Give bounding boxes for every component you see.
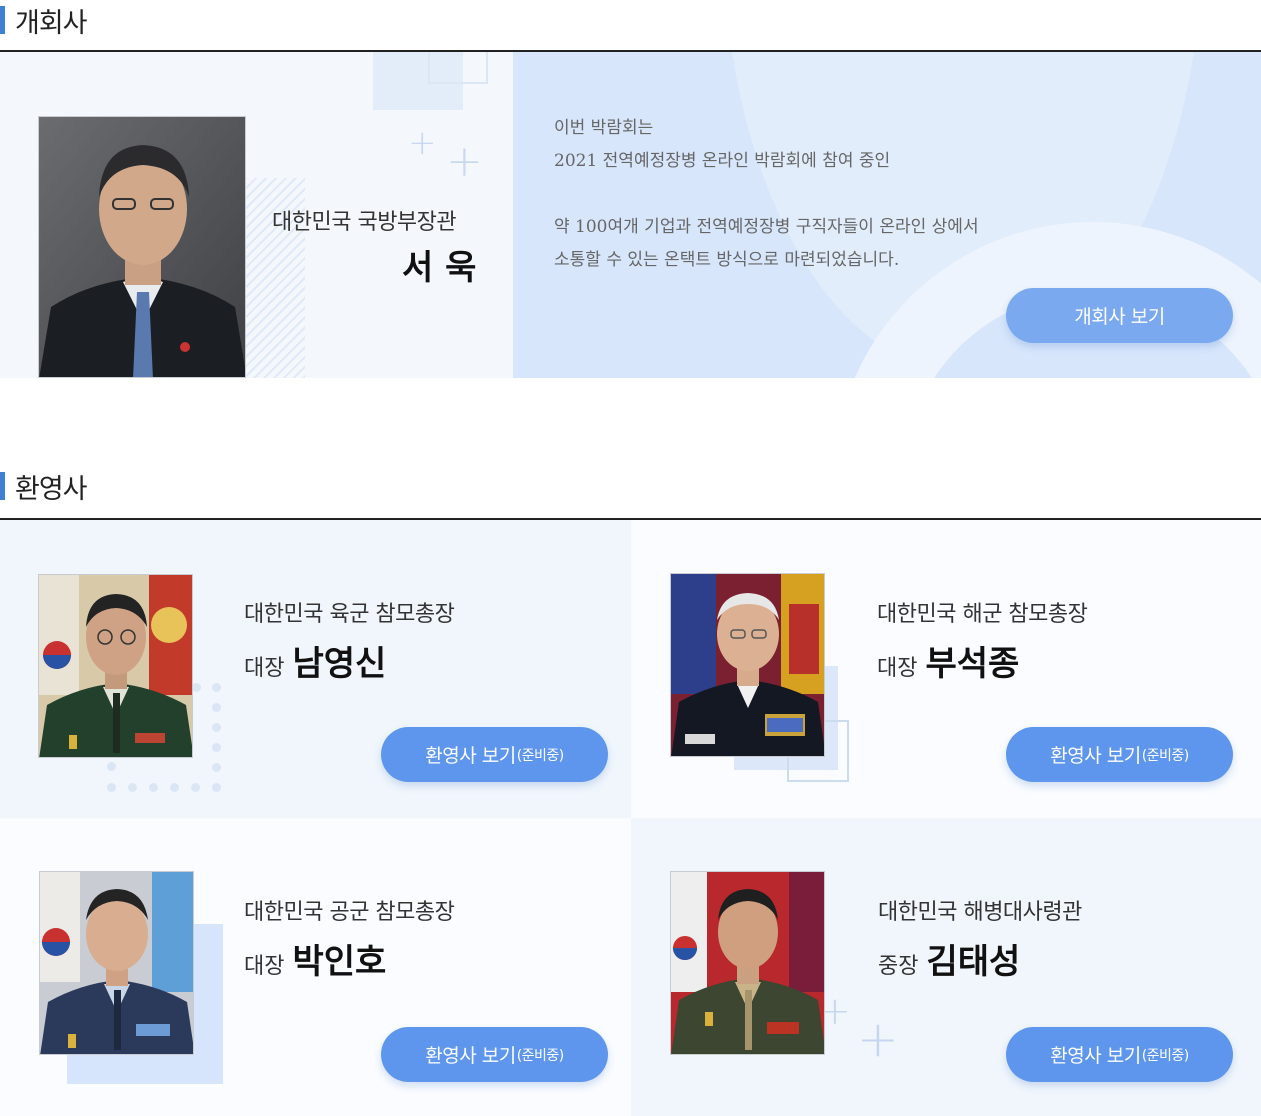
opening-panel: + + 대한민국 국방부장관 서 욱 이번 박람회는 2021 전역예정장병 온…	[0, 52, 1261, 378]
name-text: 박인호	[292, 942, 387, 982]
desc-line: 이번 박람회는	[554, 118, 654, 138]
name-text: 부석종	[925, 644, 1020, 684]
deco-dot	[192, 683, 201, 692]
view-opening-speech-button[interactable]: 개회사 보기	[1006, 288, 1233, 343]
desc-line: 2021 전역예정장병 온라인 박람회에 참여 중인	[554, 151, 891, 171]
opening-left-panel: + + 대한민국 국방부장관 서 욱	[0, 52, 513, 378]
deco-dot	[212, 783, 221, 792]
plus-icon: +	[408, 123, 437, 163]
deco-dot	[212, 723, 221, 732]
name-text: 김태성	[926, 942, 1021, 982]
view-welcome-speech-button-marines[interactable]: 환영사 보기 (준비중)	[1006, 1027, 1233, 1082]
welcome-section-title-text: 환영사	[15, 473, 88, 505]
button-label: 개회사 보기	[1074, 306, 1165, 328]
marine-commander-photo	[670, 871, 825, 1055]
rank-label: 대장	[244, 954, 285, 979]
welcome-section-title: 환영사	[0, 466, 88, 506]
opening-section-title-text: 개회사	[15, 7, 88, 39]
title-accent-bar	[0, 472, 5, 500]
deco-dot	[212, 703, 221, 712]
view-welcome-speech-button-navy[interactable]: 환영사 보기 (준비중)	[1006, 727, 1233, 782]
opening-section-title: 개회사	[0, 0, 88, 40]
button-suffix: (준비중)	[1141, 747, 1190, 764]
opening-description: 이번 박람회는 2021 전역예정장병 온라인 박람회에 참여 중인 약 100…	[554, 112, 979, 277]
deco-dot	[170, 783, 179, 792]
minister-title: 대한민국 국방부장관	[272, 210, 457, 235]
plus-icon: +	[446, 136, 483, 187]
welcome-card-army: 대한민국 육군 참모총장 대장 남영신 환영사 보기 (준비중)	[0, 520, 631, 818]
welcome-card-navy: 대한민국 해군 참모총장 대장 부석종 환영사 보기 (준비중)	[631, 520, 1261, 818]
button-label: 환영사 보기	[425, 745, 516, 767]
button-suffix: (준비중)	[516, 747, 565, 764]
army-chief-photo	[38, 574, 193, 758]
deco-dot	[191, 783, 200, 792]
opening-right-panel: 이번 박람회는 2021 전역예정장병 온라인 박람회에 참여 중인 약 100…	[513, 52, 1261, 378]
navy-chief-photo	[670, 573, 825, 757]
deco-dot	[107, 762, 116, 771]
army-chief-title: 대한민국 육군 참모총장	[244, 602, 455, 627]
name-text: 남영신	[292, 644, 387, 684]
army-chief-name: 대장 남영신	[244, 636, 386, 685]
deco-dot	[212, 683, 221, 692]
button-label: 환영사 보기	[1050, 745, 1141, 767]
deco-dot	[149, 783, 158, 792]
button-label: 환영사 보기	[1050, 1045, 1141, 1067]
marine-commander-title: 대한민국 해병대사령관	[878, 900, 1082, 925]
rank-label: 대장	[244, 656, 285, 681]
airforce-chief-name: 대장 박인호	[244, 934, 386, 983]
deco-dot	[212, 763, 221, 772]
deco-square-outline	[428, 52, 488, 84]
title-accent-bar	[0, 6, 5, 34]
marine-commander-name: 중장 김태성	[878, 934, 1020, 983]
welcome-card-airforce: 대한민국 공군 참모총장 대장 박인호 환영사 보기 (준비중)	[0, 818, 631, 1116]
welcome-card-marines: + + 대한민국 해병대사령관 중장 김태성 환영사 보기 (준비중)	[631, 818, 1261, 1116]
minister-photo	[38, 116, 246, 378]
rank-label: 대장	[877, 656, 918, 681]
view-welcome-speech-button-army[interactable]: 환영사 보기 (준비중)	[381, 727, 608, 782]
navy-chief-name: 대장 부석종	[877, 636, 1019, 685]
rank-label: 중장	[878, 954, 919, 979]
airforce-chief-photo	[39, 871, 194, 1055]
deco-dot	[212, 743, 221, 752]
minister-name: 서 욱	[402, 248, 477, 288]
button-suffix: (준비중)	[1141, 1047, 1190, 1064]
view-welcome-speech-button-airforce[interactable]: 환영사 보기 (준비중)	[381, 1027, 608, 1082]
navy-chief-title: 대한민국 해군 참모총장	[877, 602, 1088, 627]
desc-line: 약 100여개 기업과 전역예정장병 구직자들이 온라인 상에서	[554, 217, 979, 237]
button-suffix: (준비중)	[516, 1047, 565, 1064]
button-label: 환영사 보기	[425, 1045, 516, 1067]
desc-line: 소통할 수 있는 온택트 방식으로 마련되었습니다.	[554, 250, 900, 270]
plus-icon: +	[857, 1010, 899, 1068]
airforce-chief-title: 대한민국 공군 참모총장	[244, 900, 455, 925]
deco-dot	[128, 783, 137, 792]
deco-dot	[107, 783, 116, 792]
